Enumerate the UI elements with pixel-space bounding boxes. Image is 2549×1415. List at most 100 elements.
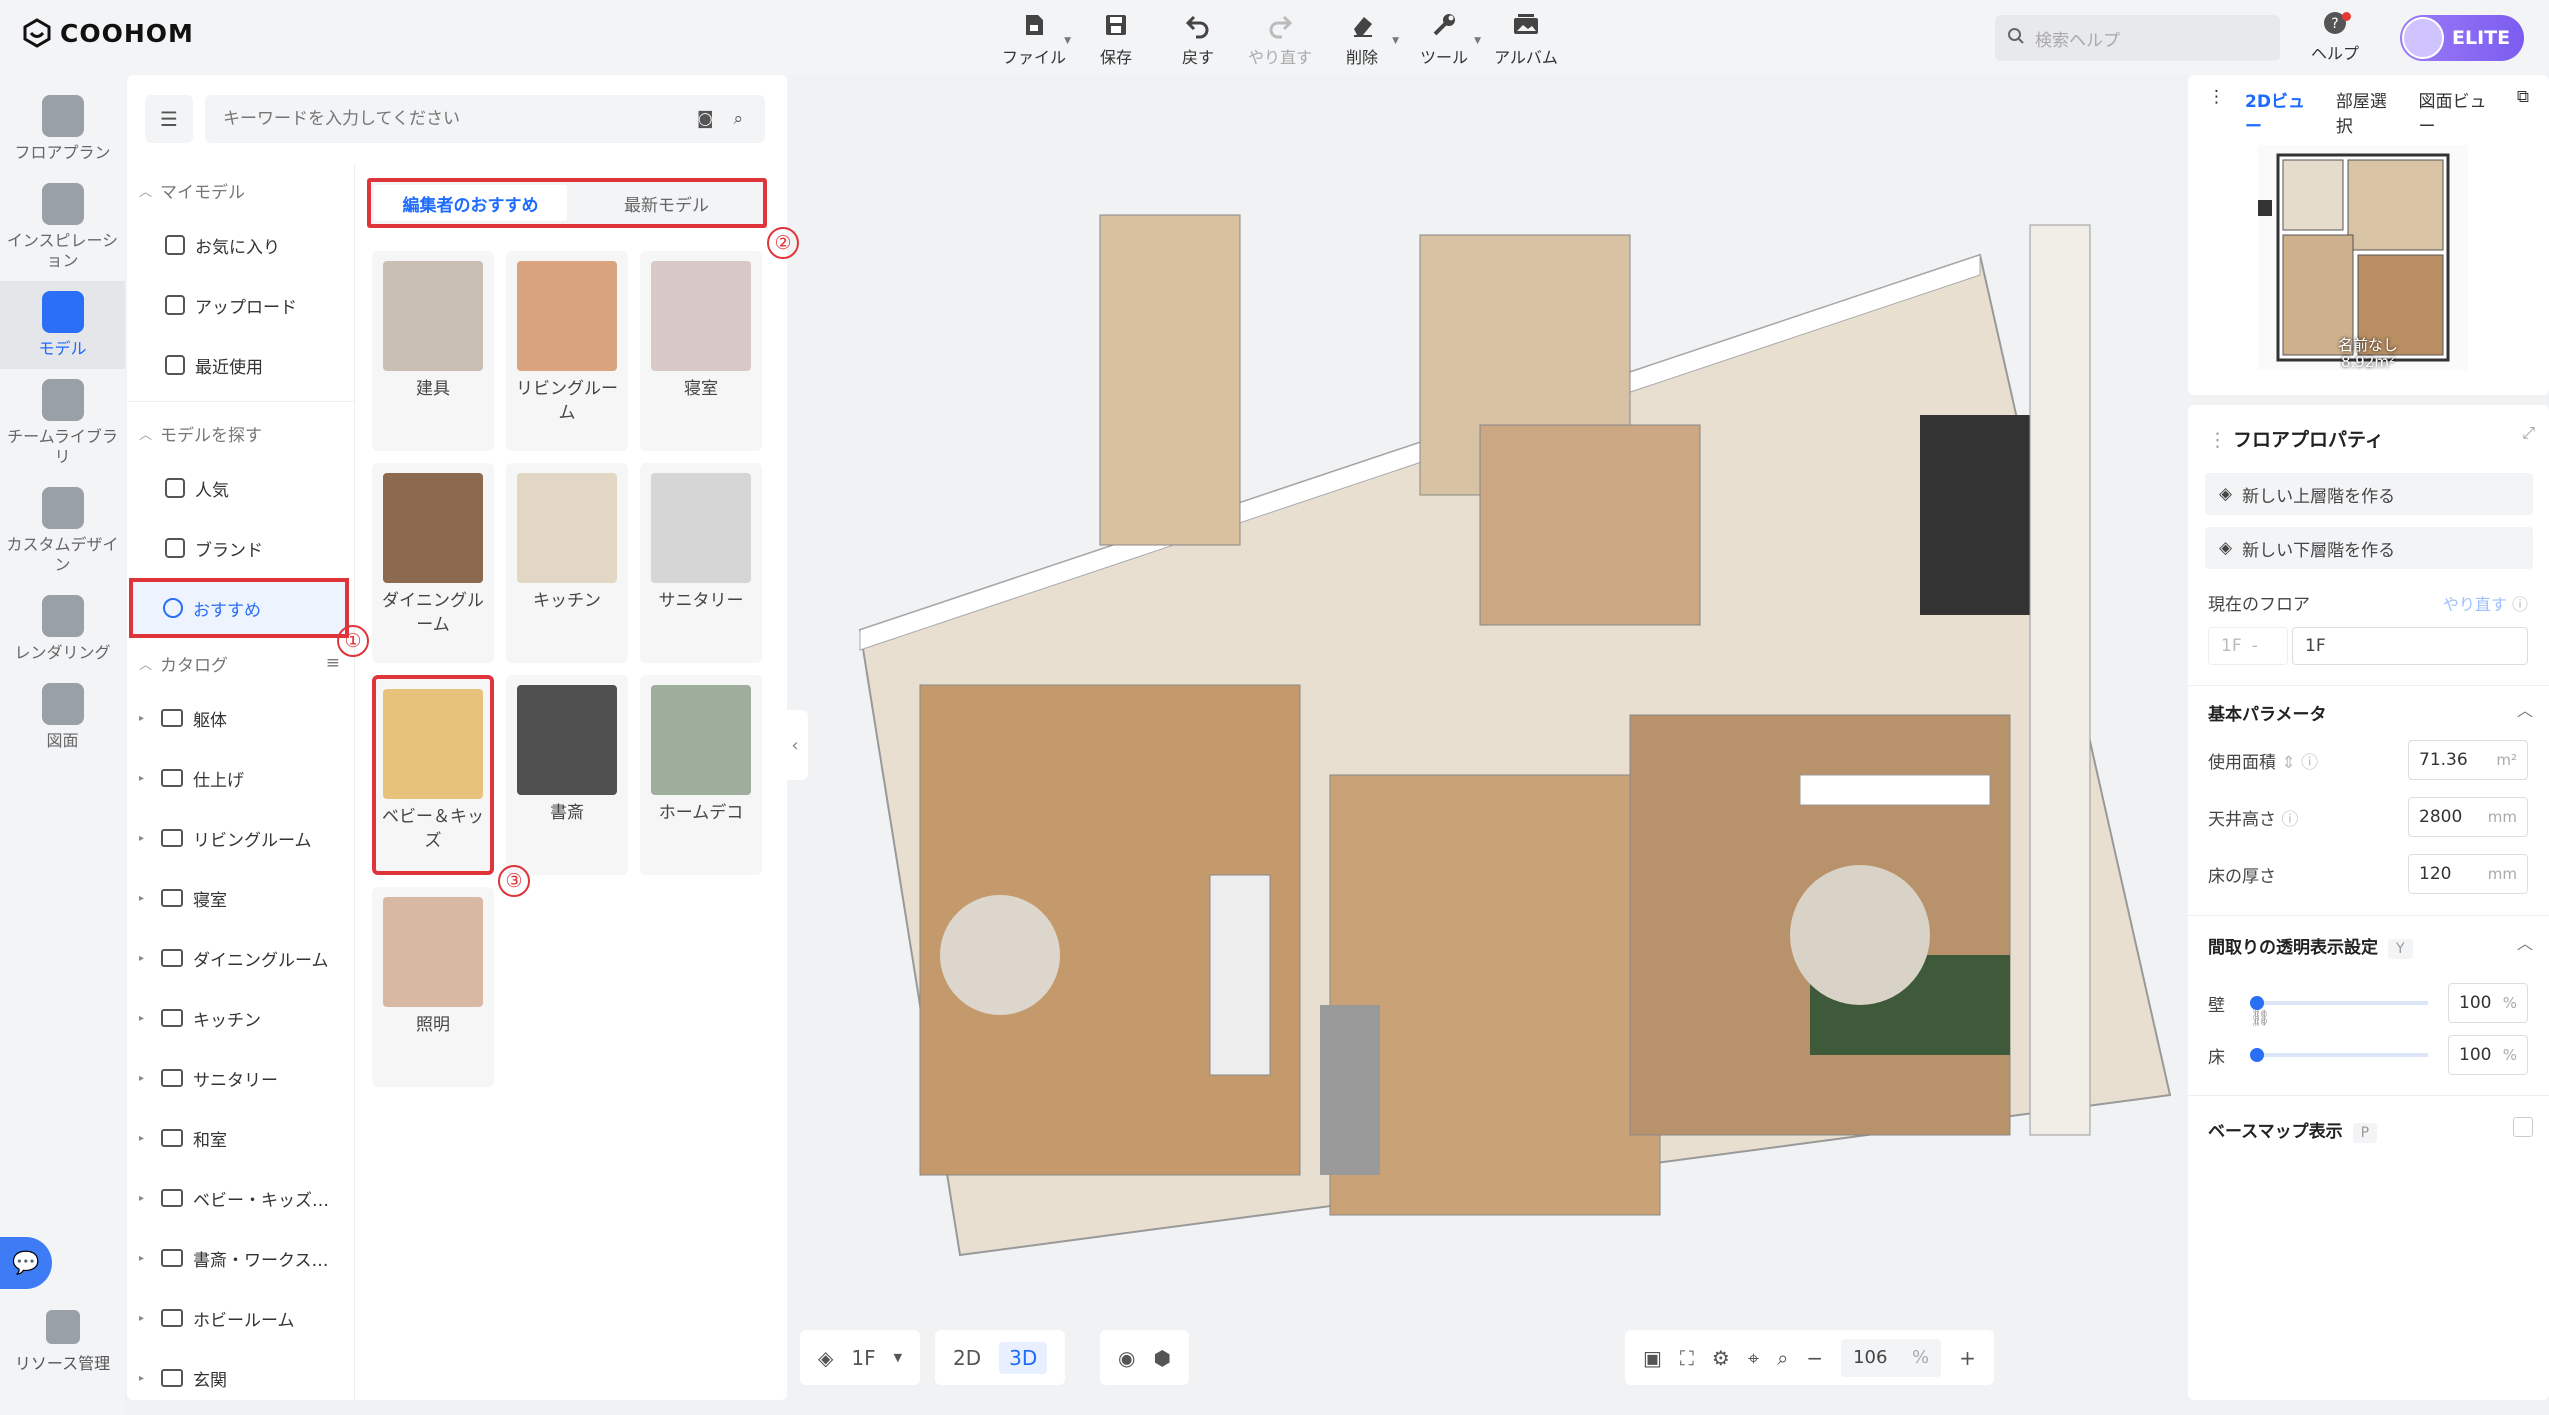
catalog-item[interactable]: ▸ サニタリー [127,1048,354,1108]
undo-button[interactable]: 戻す [1159,8,1237,68]
zoom-search-icon[interactable]: ⌕ [1777,1346,1788,1370]
tools-button[interactable]: ツール ▼ [1405,8,1483,68]
fit-view-icon[interactable]: ⛶ [1680,1346,1694,1370]
zoom-in-icon[interactable]: + [1959,1346,1976,1370]
rail-drawing[interactable]: 図面 [0,673,125,761]
model-category-card[interactable]: リビングルーム [506,251,628,451]
model-category-card[interactable]: キッチン [506,463,628,663]
app-logo[interactable]: COOHOM [22,18,194,48]
category-thumbnail [383,689,483,799]
floor-name-input[interactable]: 1F [2292,627,2528,665]
catalog-item[interactable]: ▸ 和室 [127,1108,354,1168]
catalog-item[interactable]: ▸ リビングルーム [127,808,354,868]
tab-drawing-view[interactable]: 図面ビュー [2419,87,2497,137]
search-icon[interactable]: ⌕ [733,109,743,129]
model-category-card[interactable]: ホームデコ [640,675,762,875]
tree-item-recent[interactable]: 最近使用 [127,335,354,395]
section-my-models[interactable]: ︿ マイモデル [127,165,354,215]
focus-icon[interactable]: ⌖ [1748,1346,1759,1370]
section-find-models[interactable]: ︿ モデルを探す [127,408,354,458]
caret-right-icon: ▸ [139,952,145,964]
redo-button[interactable]: やり直す [1241,8,1319,68]
settings-view-icon[interactable]: ⚙ [1712,1346,1730,1370]
catalog-item[interactable]: ▸ 玄関 [127,1348,354,1408]
tab-room-select[interactable]: 部屋選択 [2336,87,2399,137]
tree-item-brand[interactable]: ブランド [127,518,354,578]
chat-button[interactable]: 💬 [0,1237,52,1289]
rail-inspiration[interactable]: インスピレーション [0,173,125,281]
file-button[interactable]: ファイル ▼ [995,8,1073,68]
link-icon[interactable]: ⛓ [2250,1008,2270,1027]
save-button[interactable]: 保存 [1077,8,1155,68]
3d-viewport[interactable]: ◈ 1F ▼ 2D 3D ◉ ⬢ ▣ ⛶ ⚙ ⌖ ⌕ − 106 % + [800,75,2180,1385]
catalog-item[interactable]: ▸ ベビー・キッズ… [127,1168,354,1228]
tree-item-popular[interactable]: 人気 [127,458,354,518]
detach-icon[interactable]: ⧉ [2517,87,2529,137]
catalog-item[interactable]: ▸ ダイニングルーム [127,928,354,988]
create-upper-floor-button[interactable]: ◈ 新しい上層階を作る [2205,473,2533,515]
eye-icon[interactable]: ◉ [1118,1346,1135,1370]
drag-handle-icon[interactable]: ⋮ [2208,429,2233,451]
catalog-item[interactable]: ▸ ホビールーム [127,1288,354,1348]
rail-label: インスピレーション [6,231,119,270]
camera-search-icon[interactable]: ◙ [697,109,714,129]
album-button[interactable]: アルバム [1487,8,1565,68]
floor-slider-track[interactable] [2258,1053,2428,1057]
tab-2d-view[interactable]: 2Dビュー [2245,87,2316,137]
rail-model[interactable]: モデル [0,281,125,369]
keyword-search-input[interactable] [205,95,765,143]
model-category-card[interactable]: 照明 [372,887,494,1087]
rail-label: カスタムデザイン [6,535,119,574]
rail-team-library[interactable]: チームライブラリ [0,369,125,477]
floor-value-field[interactable]: 100% [2448,1035,2528,1075]
section-catalog[interactable]: ︿ カタログ ≡ [127,638,354,688]
model-category-card[interactable]: 建具 [372,251,494,451]
floor-selector[interactable]: ◈ 1F ▼ [800,1330,921,1385]
model-category-card[interactable]: 寝室 [640,251,762,451]
resource-management-button[interactable]: リソース管理 [0,1310,125,1374]
expand-icon[interactable]: ⤢ [2522,423,2535,443]
collapse-menu-button[interactable]: ☰ [145,95,193,143]
wall-slider-track[interactable] [2258,1001,2428,1005]
area-field[interactable]: 71.36 m² [2408,740,2528,780]
model-category-card[interactable]: ベビー＆キッズ [372,675,494,875]
wall-slider-group: 100% [2258,983,2528,1023]
redo-link[interactable]: やり直す ⓘ [2443,591,2528,615]
wall-value-field[interactable]: 100% [2448,983,2528,1023]
catalog-item[interactable]: ▸ 仕上げ [127,748,354,808]
create-lower-floor-button[interactable]: ◈ 新しい下層階を作る [2205,527,2533,569]
floor-prefix: 1F [2221,636,2242,656]
filter-icon[interactable]: ≡ [326,653,340,673]
tree-item-recommended[interactable]: おすすめ [129,578,349,638]
image-icon[interactable]: ▣ [1643,1346,1662,1370]
mode-2d-button[interactable]: 2D [953,1346,981,1370]
chevron-up-icon[interactable]: ︿ [2517,697,2533,721]
zoom-out-icon[interactable]: − [1806,1346,1823,1370]
chevron-up-icon[interactable]: ︿ [2517,930,2533,954]
cube-icon[interactable]: ⬢ [1153,1346,1170,1370]
drag-handle-icon[interactable]: ⋮ [2208,87,2225,137]
model-category-card[interactable]: サニタリー [640,463,762,663]
floor-thickness-field[interactable]: 120 mm [2408,854,2528,894]
rail-rendering[interactable]: レンダリング [0,585,125,673]
model-category-card[interactable]: 書斎 [506,675,628,875]
mode-3d-button[interactable]: 3D [999,1341,1048,1374]
ceiling-height-field[interactable]: 2800 mm [2408,797,2528,837]
tree-item-favorites[interactable]: お気に入り [127,215,354,275]
tab-latest-models[interactable]: 最新モデル [570,182,763,224]
delete-button[interactable]: 削除 ▼ [1323,8,1401,68]
rail-custom-design[interactable]: カスタムデザイン [0,477,125,585]
catalog-item[interactable]: ▸ 書斎・ワークス… [127,1228,354,1288]
user-elite-badge[interactable]: ELITE [2400,15,2525,61]
zoom-input[interactable]: 106 % [1841,1338,1942,1377]
tree-item-upload[interactable]: アップロード [127,275,354,335]
catalog-item[interactable]: ▸ キッチン [127,988,354,1048]
basemap-checkbox[interactable] [2513,1117,2533,1137]
help-search-box[interactable]: 検索ヘルプ [1995,15,2280,61]
catalog-item[interactable]: ▸ 寝室 [127,868,354,928]
model-category-card[interactable]: ダイニングルーム [372,463,494,663]
catalog-item[interactable]: ▸ 躯体 [127,688,354,748]
help-button[interactable]: ? ヘルプ [2305,10,2365,64]
tab-editors-picks[interactable]: 編集者のおすすめ [374,185,567,221]
rail-floorplan[interactable]: フロアプラン [0,85,125,173]
